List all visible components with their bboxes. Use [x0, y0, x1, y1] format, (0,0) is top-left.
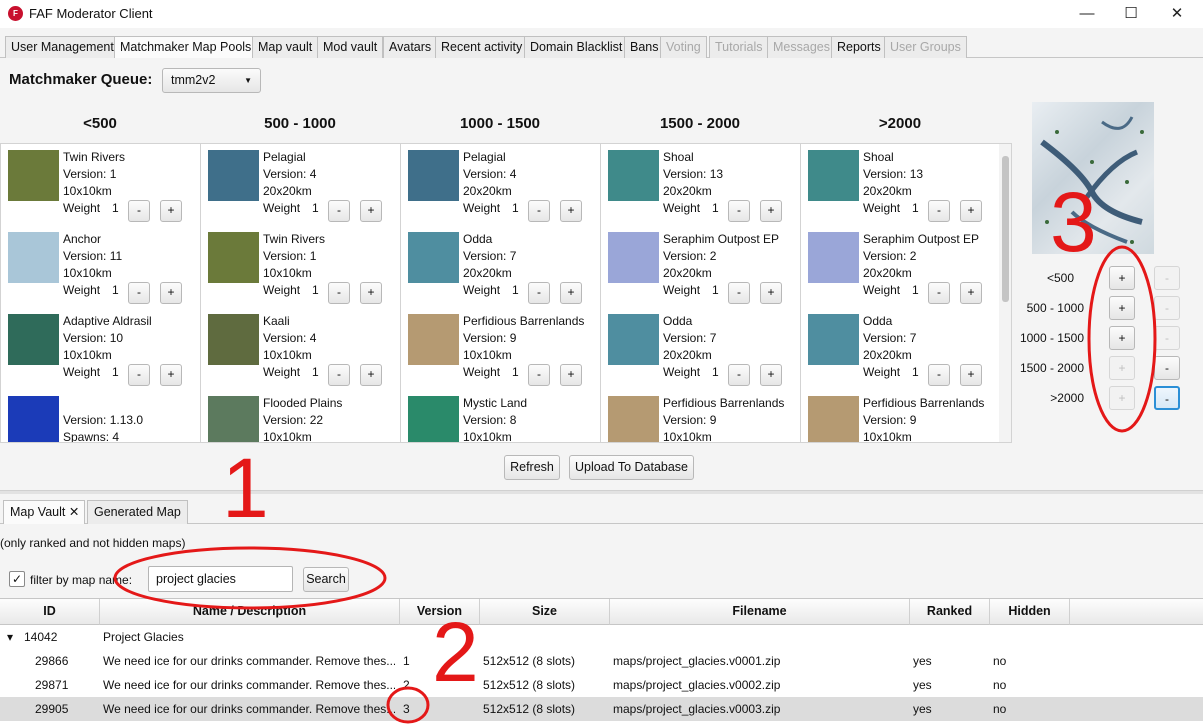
- annotation-circle-buttons: [1087, 245, 1157, 433]
- annotation-layer: [113, 245, 1157, 724]
- annotation-circle-version: [386, 686, 430, 724]
- annotation-circle-search: [113, 546, 387, 610]
- annotation-number-1: 1: [222, 441, 269, 535]
- annotation-number-2: 2: [432, 605, 479, 699]
- annotation-number-3: 3: [1050, 175, 1097, 269]
